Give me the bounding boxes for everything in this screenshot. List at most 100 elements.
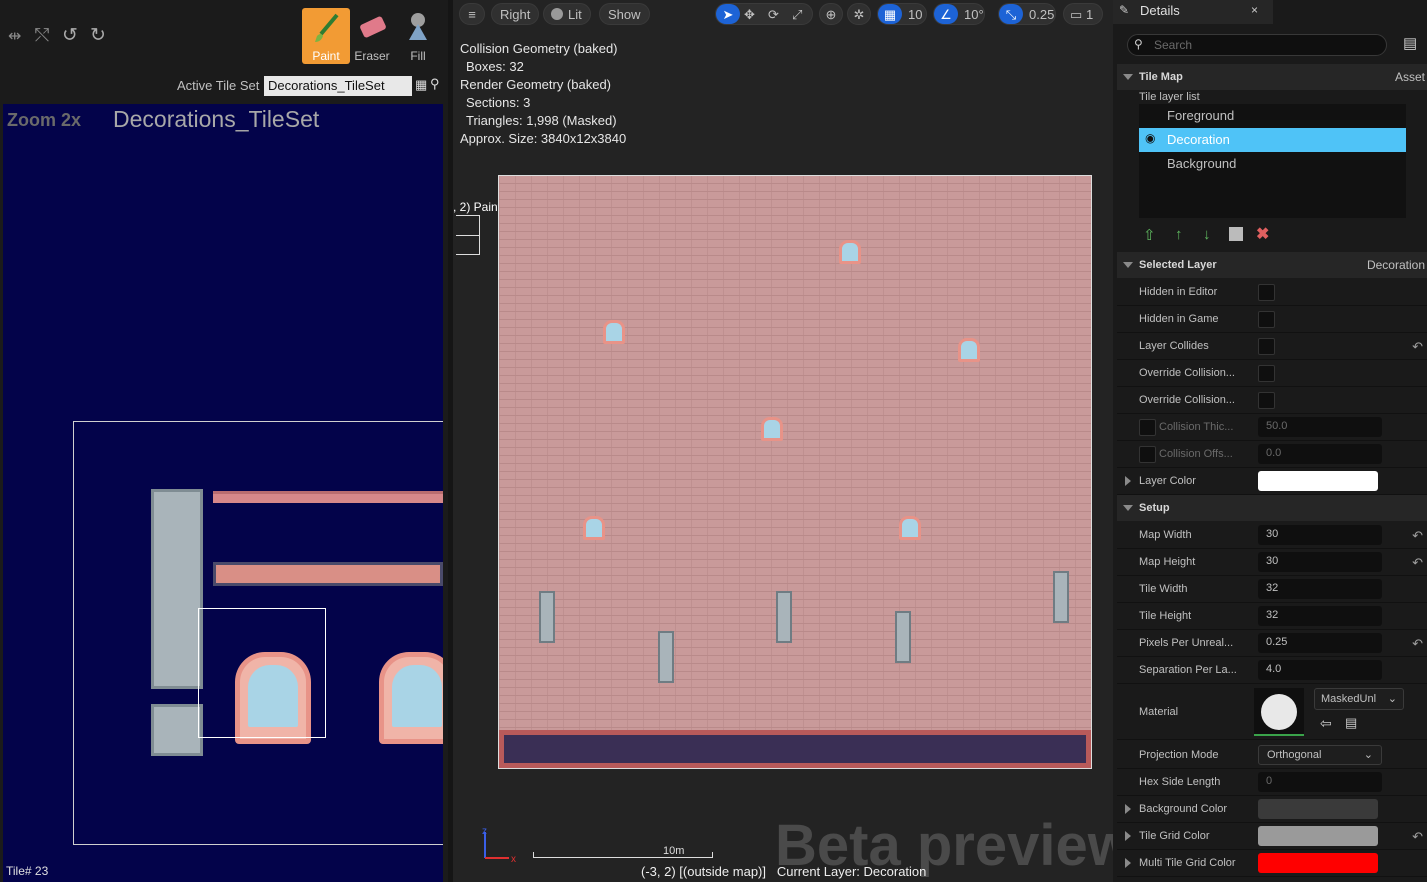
tile-grid-color-row: Tile Grid Color ↶	[1117, 823, 1427, 850]
layer-color-swatch[interactable]	[1258, 471, 1378, 491]
row-label: Tile Width	[1139, 583, 1188, 595]
tile-map[interactable]	[498, 175, 1092, 769]
view-mode-button[interactable]: Right	[491, 3, 540, 25]
row-label: Projection Mode	[1139, 749, 1219, 761]
collision-offset-field[interactable]: 0.0	[1258, 444, 1382, 464]
duplicate-layer-icon[interactable]	[1229, 227, 1243, 241]
selected-layer-section[interactable]: Selected Layer Decoration	[1117, 252, 1427, 278]
background-color-swatch[interactable]	[1258, 799, 1378, 819]
setup-section[interactable]: Setup	[1117, 495, 1427, 521]
eye-icon[interactable]: ◉	[1145, 131, 1155, 145]
map-height-row: Map Height 30 ↶	[1117, 549, 1427, 576]
layer-item-foreground[interactable]: Foreground	[1139, 104, 1406, 128]
lit-label: Lit	[568, 7, 582, 22]
floor-tiles	[499, 730, 1091, 768]
hidden-in-game-row: Hidden in Game	[1117, 306, 1427, 333]
lit-button[interactable]: Lit	[543, 3, 591, 25]
toolbar-icon-2[interactable]: ⤲	[35, 25, 49, 46]
override-collision-checkbox[interactable]	[1258, 392, 1275, 409]
tile-grid-color-swatch[interactable]	[1258, 826, 1378, 846]
select-icon[interactable]: ➤	[716, 4, 740, 24]
layer-label: Foreground	[1167, 108, 1235, 123]
search-input[interactable]: ⚲ Search	[1127, 34, 1387, 56]
tile-height-row: Tile Height 32	[1117, 603, 1427, 630]
collision-offset-checkbox[interactable]	[1139, 446, 1156, 463]
toolbar-icon-1[interactable]: ⇹	[8, 26, 21, 46]
map-width-field[interactable]: 30	[1258, 525, 1382, 545]
world-icon[interactable]: ⊕	[819, 3, 843, 25]
grid-icon[interactable]: ▦	[415, 77, 427, 93]
tile-height-field[interactable]: 32	[1258, 606, 1382, 626]
expand-icon[interactable]	[1125, 858, 1131, 868]
camera-speed-button[interactable]: ▭ 1	[1063, 3, 1103, 25]
move-up-icon[interactable]: ↑	[1175, 226, 1183, 243]
scale-bar	[533, 852, 713, 858]
rotate-icon[interactable]: ⟳	[768, 4, 779, 26]
hidden-in-editor-checkbox[interactable]	[1258, 284, 1275, 301]
scale-snap-button[interactable]: ⤡ 0.25	[998, 3, 1056, 25]
delete-layer-icon[interactable]: ✖	[1256, 224, 1269, 244]
view-options-icon[interactable]: ▤	[1403, 34, 1417, 52]
stat-line: Approx. Size: 3840x12x3840	[460, 131, 627, 146]
show-button[interactable]: Show	[599, 3, 650, 25]
separation-field[interactable]: 4.0	[1258, 660, 1382, 680]
scale-icon[interactable]: ⤢	[792, 4, 802, 26]
reset-icon[interactable]: ↶	[1412, 829, 1423, 845]
move-down-icon[interactable]: ↓	[1203, 226, 1211, 243]
tileset-panel: ⇹ ⤲ ↺ ↻ Paint Eraser Fill Active Tile Se…	[0, 0, 448, 882]
browse-icon[interactable]: ▤	[1345, 715, 1357, 731]
hex-side-length-field[interactable]: 0	[1258, 772, 1382, 792]
move-icon[interactable]: ✥	[744, 4, 755, 26]
layer-item-background[interactable]: Background	[1139, 152, 1406, 176]
banner-tile	[1053, 571, 1069, 623]
material-dropdown[interactable]: MaskedUnl ⌄	[1314, 688, 1404, 710]
expand-icon[interactable]	[1125, 804, 1131, 814]
stat-line: Sections: 3	[466, 95, 531, 110]
projection-dropdown[interactable]: Orthogonal ⌄	[1258, 745, 1382, 765]
snap-surface-icon[interactable]: ✲	[847, 3, 871, 25]
override-collision-checkbox[interactable]	[1258, 365, 1275, 382]
expand-icon[interactable]	[1125, 831, 1131, 841]
viewport[interactable]: ≡ Right Lit Show ➤ ✥ ⟳ ⤢ ⊕ ✲ ▦ 10 ∠ 10° ⤡ 0…	[453, 0, 1113, 882]
layer-list: Foreground ◉ Decoration Background	[1139, 104, 1406, 218]
menu-icon[interactable]: ≡	[459, 3, 485, 25]
pencil-icon: ✎	[1119, 3, 1130, 17]
add-layer-icon[interactable]: ⇧	[1143, 226, 1156, 244]
eraser-label: Eraser	[354, 49, 390, 63]
reset-icon[interactable]: ↶	[1412, 528, 1423, 544]
map-height-field[interactable]: 30	[1258, 552, 1382, 572]
cursor-tile-outline	[456, 215, 480, 255]
reset-icon[interactable]: ↶	[1412, 555, 1423, 571]
hidden-in-game-checkbox[interactable]	[1258, 311, 1275, 328]
details-tab[interactable]: ✎ Details ×	[1113, 0, 1273, 24]
rotate-ccw-icon[interactable]: ↺	[62, 24, 78, 47]
fill-button[interactable]: Fill	[394, 8, 442, 64]
tile-map-section[interactable]: Tile Map Asset	[1117, 64, 1427, 90]
scale-label: 10m	[663, 845, 685, 857]
row-label: Multi Tile Grid Color	[1139, 857, 1236, 869]
reset-icon[interactable]: ↶	[1412, 636, 1423, 652]
expand-icon[interactable]	[1125, 476, 1131, 486]
collision-thickness-checkbox[interactable]	[1139, 419, 1156, 436]
grid-snap-button[interactable]: ▦ 10	[877, 3, 927, 25]
hex-side-length-row: Hex Side Length 0	[1117, 769, 1427, 796]
reset-icon[interactable]: ↶	[1412, 339, 1423, 355]
layer-item-decoration[interactable]: ◉ Decoration	[1139, 128, 1406, 152]
close-icon[interactable]: ×	[1251, 3, 1258, 17]
multi-tile-grid-color-swatch[interactable]	[1258, 853, 1378, 873]
collision-thickness-field[interactable]: 50.0	[1258, 417, 1382, 437]
tileset-canvas[interactable]	[3, 104, 443, 882]
active-tileset-field[interactable]: Decorations_TileSet	[264, 76, 412, 96]
search-icon[interactable]: ⚲	[430, 76, 440, 92]
use-selected-icon[interactable]: ⇦	[1320, 715, 1332, 732]
paint-button[interactable]: Paint	[302, 8, 350, 64]
eraser-button[interactable]: Eraser	[348, 8, 396, 64]
layer-collides-checkbox[interactable]	[1258, 338, 1275, 355]
material-thumbnail[interactable]	[1254, 688, 1304, 736]
layer-label: Background	[1167, 156, 1237, 171]
pixels-per-unit-field[interactable]: 0.25	[1258, 633, 1382, 653]
zoom-label: Zoom 2x	[7, 110, 82, 130]
rotate-cw-icon[interactable]: ↻	[90, 24, 106, 47]
tile-width-field[interactable]: 32	[1258, 579, 1382, 599]
angle-snap-button[interactable]: ∠ 10°	[933, 3, 985, 25]
